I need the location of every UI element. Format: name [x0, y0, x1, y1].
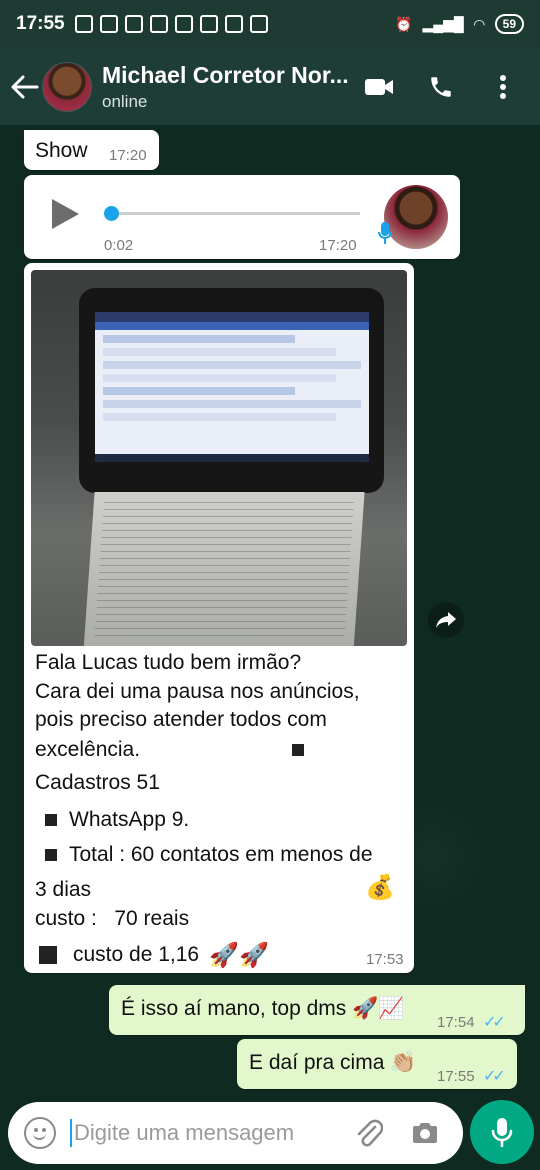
- message-bubble-incoming[interactable]: Show 17:20: [24, 130, 159, 170]
- status-bar: 17:55 ⏰ ▂▄▆█ ◠ 59: [0, 0, 540, 48]
- forward-icon[interactable]: [428, 602, 464, 638]
- notification-icons: [74, 15, 268, 33]
- audio-duration: 0:02: [104, 237, 134, 254]
- signal-icon: ▂▄▆█: [422, 15, 464, 32]
- mail-notification-icon: [149, 15, 168, 33]
- caption-line: pois preciso atender todos com: [35, 708, 327, 731]
- alarm-icon: ⏰: [395, 15, 413, 32]
- microphone-icon: [378, 221, 392, 251]
- message-bubble-outgoing[interactable]: E daí pra cima 👏🏼 17:55 ✓✓: [237, 1039, 517, 1089]
- arrow-left-icon[interactable]: [6, 75, 44, 99]
- wifi-icon: ◠: [473, 15, 485, 32]
- caption-line: 3 dias: [35, 878, 92, 901]
- message-time: 17:20: [319, 237, 357, 254]
- laptop-photo-element: [79, 288, 384, 493]
- message-time-row: 17:54 ✓✓: [437, 1012, 506, 1032]
- instagram-notification-icon: [99, 15, 118, 33]
- mail-notification-icon-2: [199, 15, 218, 33]
- gmail-notification-icon: [224, 15, 243, 33]
- image-caption: Fala Lucas tudo bem irmão? Cara dei uma …: [35, 651, 405, 972]
- black-square-icon: [39, 946, 57, 964]
- paper-sheet-photo-element: [83, 492, 365, 646]
- microphone-icon[interactable]: [470, 1100, 534, 1164]
- caption-line: custo : 70 reais: [35, 907, 190, 930]
- caption-line: Fala Lucas tudo bem irmão?: [35, 651, 302, 674]
- text-cursor: [70, 1119, 72, 1147]
- message-text: Show: [35, 139, 88, 162]
- sender-avatar: [384, 185, 448, 249]
- caption-line: Cadastros 51: [35, 771, 160, 794]
- message-text: É isso aí mano, top dms 🚀📈: [121, 997, 405, 1020]
- image-message-bubble[interactable]: Fala Lucas tudo bem irmão? Cara dei uma …: [24, 263, 414, 973]
- message-notification-icon: [74, 15, 93, 33]
- linkedin-notification-icon: [124, 15, 143, 33]
- money-bag-icon: 💰: [365, 874, 395, 901]
- black-square-icon: [45, 813, 57, 826]
- message-time: 17:53: [366, 951, 404, 968]
- message-time: 17:54: [437, 1014, 475, 1031]
- voice-call-icon[interactable]: [426, 72, 456, 102]
- camera-icon[interactable]: [408, 1116, 442, 1150]
- caption-line: WhatsApp 9.: [69, 807, 190, 831]
- message-bubble-outgoing[interactable]: É isso aí mano, top dms 🚀📈 17:54 ✓✓: [109, 985, 525, 1035]
- message-photo[interactable]: [31, 270, 407, 646]
- contact-status: online: [102, 91, 148, 111]
- message-input[interactable]: [74, 1120, 344, 1146]
- audio-progress-track[interactable]: [110, 212, 360, 215]
- chat-header: Michael Corretor Nor... online: [0, 48, 540, 125]
- read-receipt-icon: ✓✓: [483, 1068, 506, 1085]
- black-square-icon: [45, 849, 57, 861]
- message-time: 17:55: [437, 1068, 475, 1085]
- contact-info[interactable]: Michael Corretor Nor... online: [102, 62, 362, 112]
- caption-line: Cara dei uma pausa nos anúncios,: [35, 680, 360, 703]
- rocket-icon: 🚀🚀: [209, 941, 269, 969]
- read-receipt-icon: ✓✓: [483, 1014, 506, 1031]
- more-vert-icon[interactable]: [488, 72, 518, 102]
- contact-name: Michael Corretor Nor...: [102, 61, 349, 88]
- caption-line: custo de 1,16: [73, 943, 200, 966]
- message-composer: [8, 1102, 463, 1164]
- laptop-notification-icon: [249, 15, 268, 33]
- video-call-icon[interactable]: [364, 72, 394, 102]
- message-time: 17:20: [109, 147, 147, 164]
- audio-progress-knob[interactable]: [104, 206, 119, 221]
- audio-message-bubble[interactable]: 0:02 17:20: [24, 175, 460, 259]
- system-icons: ⏰ ▂▄▆█ ◠ 59: [395, 14, 524, 34]
- status-time: 17:55: [16, 13, 65, 34]
- caption-line: Total : 60 contatos em menos de: [69, 843, 373, 866]
- instagram-notification-icon-2: [174, 15, 193, 33]
- paperclip-icon[interactable]: [352, 1116, 386, 1150]
- battery-indicator: 59: [494, 14, 524, 34]
- caption-line: excelência.: [35, 738, 141, 761]
- message-time-row: 17:55 ✓✓: [437, 1066, 506, 1086]
- black-square-icon: [292, 744, 304, 756]
- play-icon[interactable]: [52, 199, 79, 229]
- emoji-icon[interactable]: [24, 1117, 56, 1149]
- message-text: E daí pra cima 👏🏼: [249, 1051, 417, 1074]
- contact-avatar[interactable]: [42, 61, 92, 112]
